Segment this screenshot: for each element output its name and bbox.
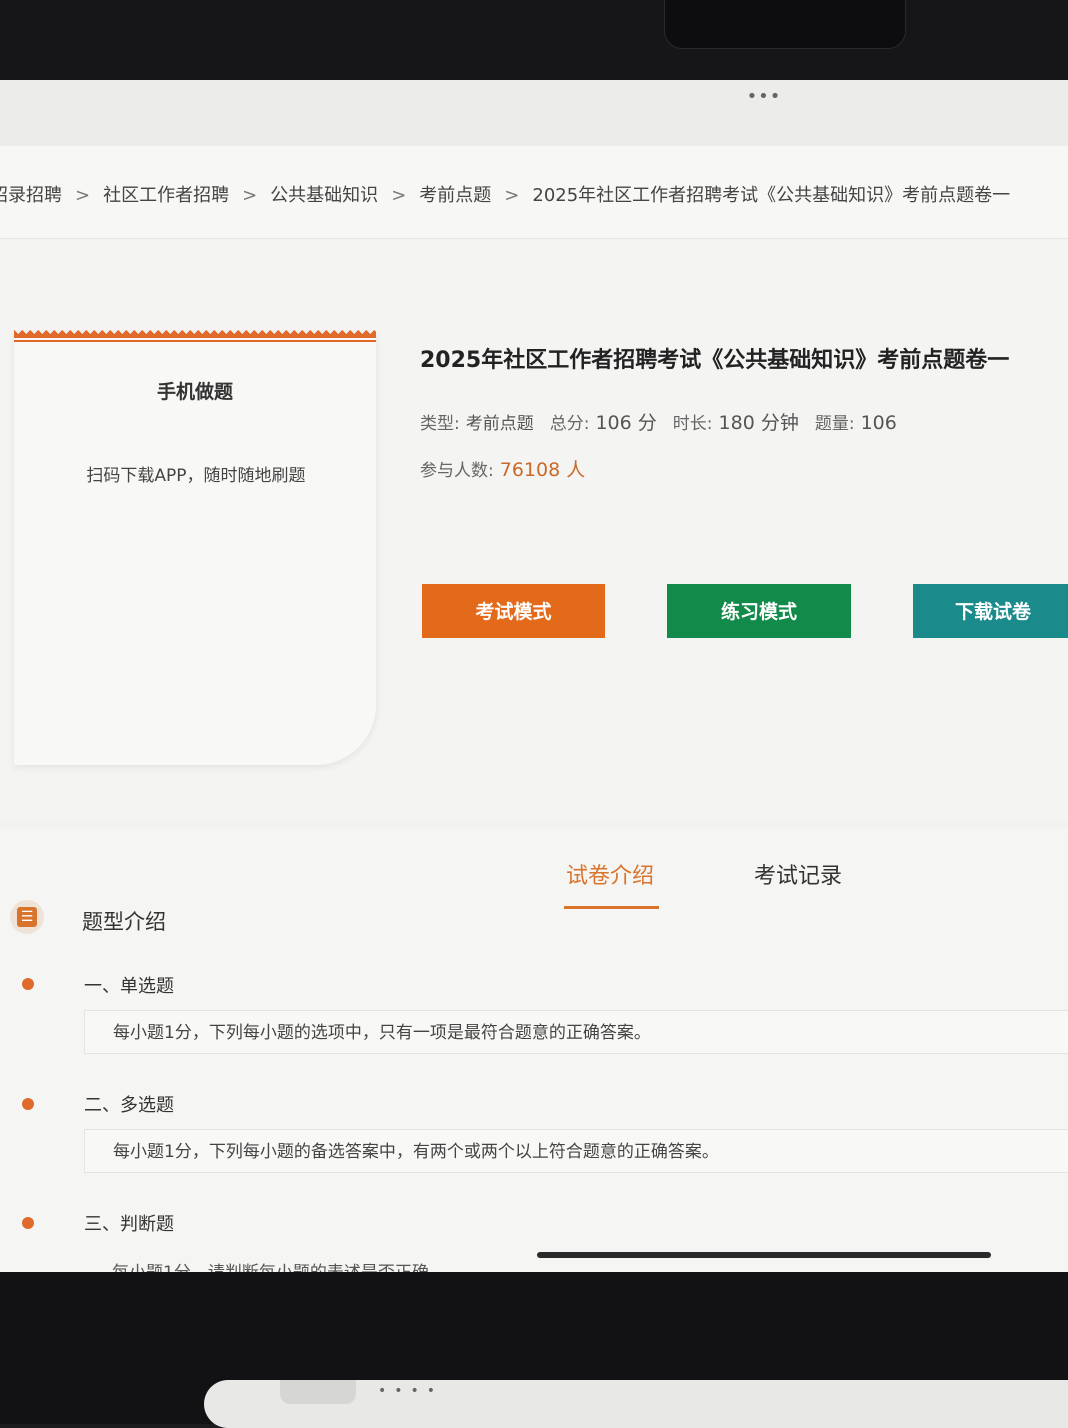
type-label: 类型: [420,414,460,434]
breadcrumb: 招录招聘 > 社区工作者招聘 > 公共基础知识 > 考前点题 >2025年社区工作者招聘考试《… [0,146,1068,239]
timeline-dot [22,978,34,990]
participants-label: 参与人数: [420,461,494,481]
timeline-dot [22,1098,34,1110]
more-options-icon[interactable]: ••• [740,86,788,107]
participants-row: 参与人数: 76108 人 [420,455,591,482]
status-strip: ••• [0,80,1068,146]
question-types-title: 题型介绍 [82,910,166,934]
paper-title: 2025年社区工作者招聘考试《公共基础知识》考前点题卷一 [420,348,1010,373]
paper-meta-row: 类型: 考前点题 总分: 106 分时长: 180 分钟 题量: 106 [420,408,913,435]
paper-details-section: 试卷介绍 考试记录 ☰ 题型介绍 一、单选题 每小题1分，下列每小题的选项中，只… [0,828,1068,1272]
type-value: 考前点题 [465,414,534,434]
question-type-desc-judge: 每小题1分，请判断每小题的表述是否正确。 [112,1258,446,1272]
question-type-label-multiple: 二、多选题 [84,1095,174,1116]
device-bezel-top [0,0,1068,82]
practice-mode-button[interactable]: 练习模式 [667,584,851,638]
home-indicator[interactable] [537,1252,991,1258]
question-type-desc-single: 每小题1分，下列每小题的选项中，只有一项是最符合题意的正确答案。 [84,1010,1068,1054]
breadcrumb-separator: > [391,185,407,206]
participants-value: 76108 [499,459,561,481]
score-value: 106 分 [595,412,657,434]
count-label: 题量: [814,414,855,434]
question-type-label-judge: 三、判断题 [84,1214,174,1235]
breadcrumb-item-current-paper: 2025年社区工作者招聘考试《公共基础知识》考前点题卷一 [532,185,1011,206]
breadcrumb-separator: > [242,185,258,206]
breadcrumb-item-community-worker[interactable]: 社区工作者招聘 [103,181,229,207]
camera-notch [664,0,906,49]
list-icon: ☰ [17,907,37,927]
breadcrumb-separator: > [504,185,520,206]
exam-mode-button[interactable]: 考试模式 [422,584,605,638]
tab-paper-intro[interactable]: 试卷介绍 [566,858,654,890]
screen: ••• 招录招聘 > 社区工作者招聘 > 公共基础知识 > 考前点题 >2025年社区工作者招… [0,80,1068,1272]
stylus-dots: •••• [378,1383,444,1399]
question-types-icon: ☰ [10,900,44,934]
breadcrumb-item-pre-exam[interactable]: 考前点题 [419,181,491,207]
question-type-label-single: 一、单选题 [84,976,174,997]
breadcrumb-separator: > [75,185,91,206]
count-value: 106 [860,412,897,434]
breadcrumb-trail: 招录招聘 > 社区工作者招聘 > 公共基础知识 > 考前点题 >2025年社区工作者招聘考试《… [0,181,1010,207]
mobile-practice-card: 手机做题 扫码下载APP，随时随地刷题 [14,333,376,765]
mobile-practice-title: 手机做题 [156,381,233,403]
tab-exam-records[interactable]: 考试记录 [754,858,842,890]
download-paper-button[interactable]: 下载试卷 [913,584,1068,638]
question-type-desc-multiple: 每小题1分，下列每小题的备选答案中，有两个或两个以上符合题意的正确答案。 [84,1129,1068,1173]
breadcrumb-item-public-knowledge[interactable]: 公共基础知识 [270,181,378,207]
duration-value: 180 分钟 [718,412,799,434]
timeline-dot [22,1217,34,1229]
active-tab-underline [564,906,659,909]
duration-label: 时长: [672,414,713,434]
stylus-band [280,1380,356,1404]
mobile-practice-description: 扫码下载APP，随时随地刷题 [86,466,306,486]
participants-unit: 人 [566,459,586,481]
score-label: 总分: [549,414,590,434]
breadcrumb-item-recruitment[interactable]: 招录招聘 [0,181,62,207]
card-zigzag-edge [14,330,376,342]
